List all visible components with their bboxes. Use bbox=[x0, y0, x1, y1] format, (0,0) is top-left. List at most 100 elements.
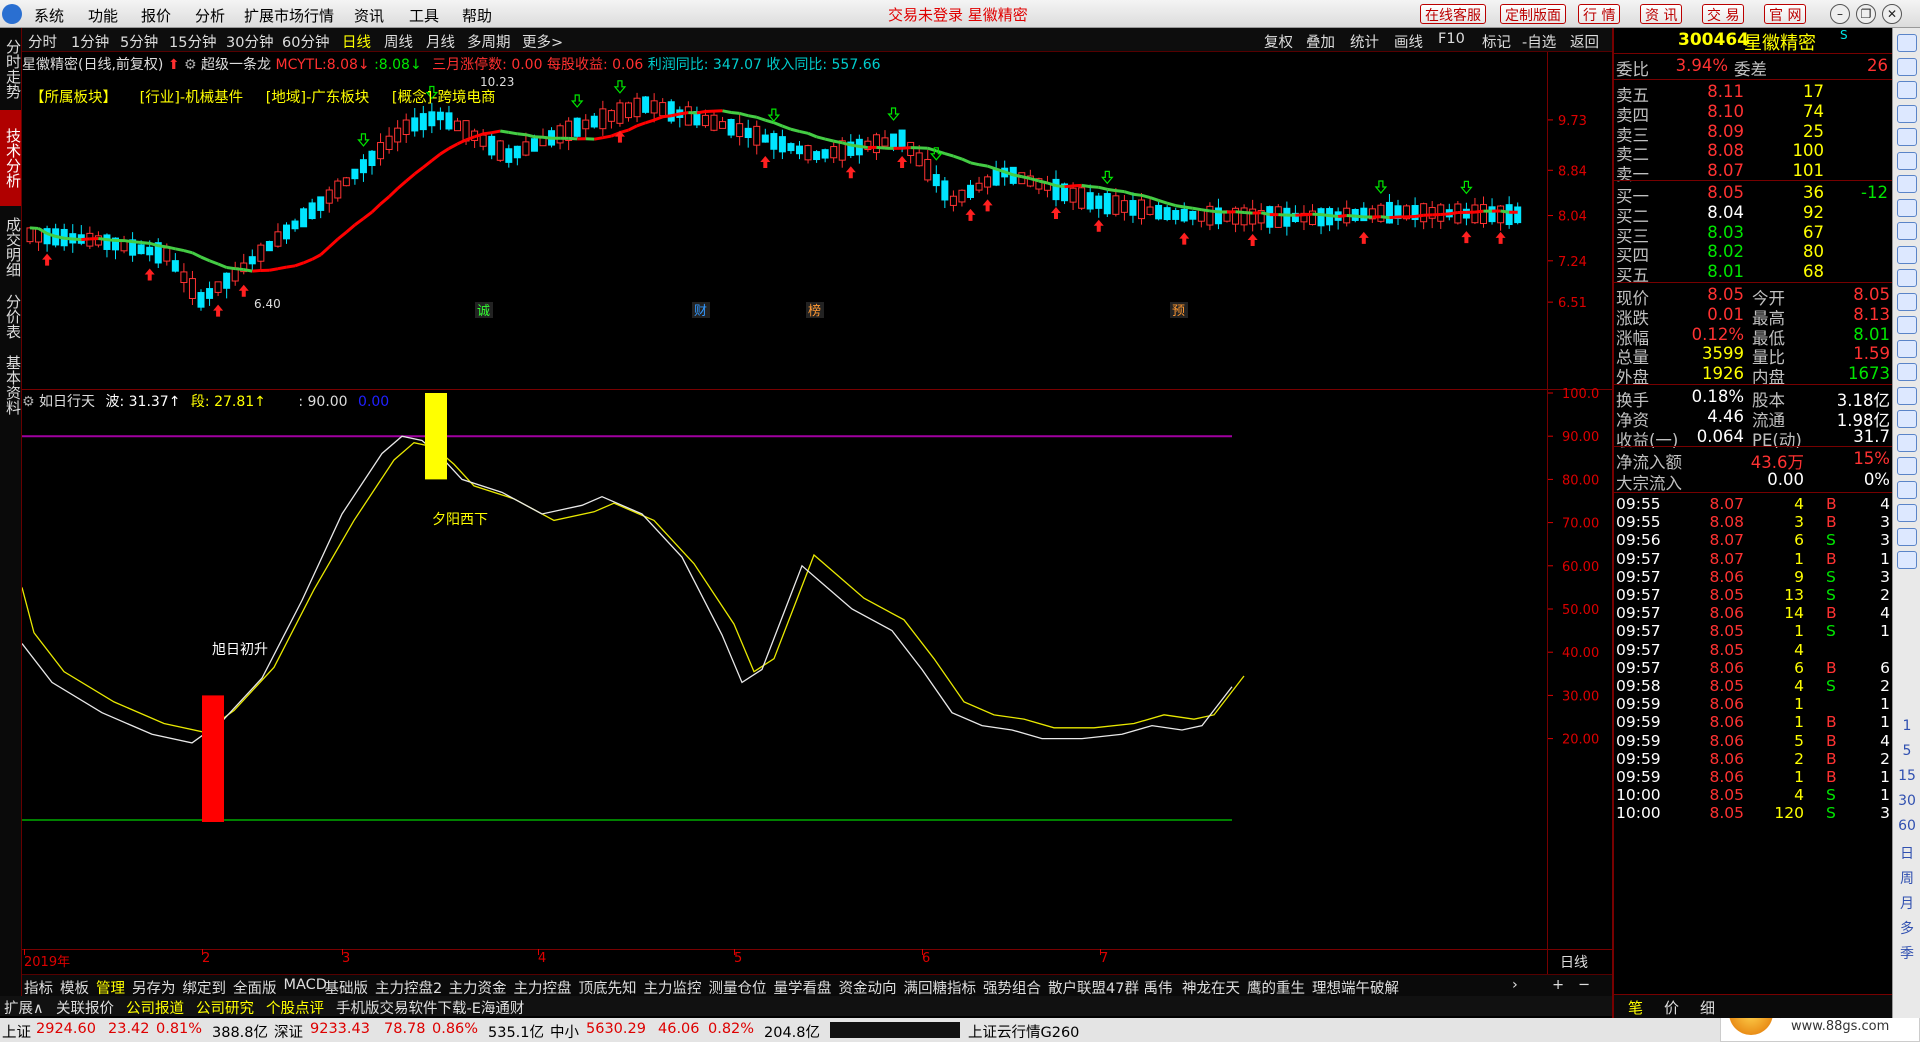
calc-icon[interactable] bbox=[1897, 527, 1917, 546]
flow-row[interactable]: 大宗流入 0.00 0% bbox=[1614, 470, 1892, 493]
menu-help[interactable]: 帮助 bbox=[462, 5, 492, 26]
document-icon[interactable] bbox=[1897, 292, 1917, 311]
website-button[interactable]: 官 网 bbox=[1764, 4, 1807, 24]
period-tab-active[interactable]: 日线 bbox=[342, 31, 371, 52]
expand-tab[interactable]: 扩展∧ bbox=[4, 997, 44, 1018]
mark-button[interactable]: 标记 bbox=[1482, 31, 1511, 52]
indicator-name[interactable]: 超级一条龙 bbox=[201, 57, 271, 73]
layout-icon[interactable] bbox=[1897, 316, 1917, 334]
period-shortcut[interactable]: 周 bbox=[1893, 868, 1920, 888]
period-shortcut[interactable]: 5 bbox=[1893, 743, 1920, 759]
related-quote-tab[interactable]: 关联报价 bbox=[56, 997, 114, 1018]
stat-row[interactable]: 涨跌 0.01 最高 8.13 bbox=[1614, 305, 1892, 328]
quote-tab[interactable]: 价 bbox=[1664, 997, 1679, 1018]
period-tab[interactable]: 多周期 bbox=[467, 31, 511, 52]
company-news-tab[interactable]: 公司报道 bbox=[126, 997, 184, 1018]
indicator-tab[interactable]: MACD bbox=[284, 977, 327, 993]
indicator-tab[interactable]: 理想端午破解 bbox=[1312, 977, 1399, 998]
indicator-tab[interactable]: 量学看盘 bbox=[774, 977, 832, 998]
trade-button[interactable]: 交 易 bbox=[1702, 4, 1745, 24]
login-alert[interactable]: 交易未登录 星徽精密 bbox=[888, 4, 1028, 25]
period-shortcut[interactable]: 月 bbox=[1893, 893, 1920, 913]
period-shortcut[interactable]: 日 bbox=[1893, 843, 1920, 863]
f10-icon[interactable] bbox=[1897, 245, 1917, 264]
indicator-tab[interactable]: 主力控盘2 bbox=[375, 977, 442, 998]
tab-technical[interactable]: 技术分析 bbox=[0, 110, 22, 206]
mobile-download-link[interactable]: 手机版交易软件下载-E海通财 bbox=[336, 997, 524, 1018]
stat-row[interactable]: 现价 8.05 今开 8.05 bbox=[1614, 285, 1892, 308]
chart-icon[interactable] bbox=[1897, 410, 1917, 428]
indicator-tab[interactable]: 主力资金 bbox=[449, 977, 507, 998]
menu-info[interactable]: 资讯 bbox=[354, 5, 384, 26]
fin-row[interactable]: 净资 4.46 流通 1.98亿 bbox=[1614, 407, 1892, 430]
oscillator-chart[interactable]: 旭日初升 夕阳西下 bbox=[22, 390, 1547, 949]
stock-icon[interactable] bbox=[1897, 457, 1917, 475]
menu-tools[interactable]: 工具 bbox=[409, 5, 439, 26]
period-tab[interactable]: 60分钟 bbox=[282, 31, 329, 52]
indicator-tab[interactable]: 神龙在天 bbox=[1182, 977, 1240, 998]
menu-quote[interactable]: 报价 bbox=[141, 5, 171, 26]
up-arrow-icon[interactable]: ⬆ bbox=[168, 57, 180, 73]
sh-index-name[interactable]: 上证 bbox=[2, 1021, 31, 1042]
window-icon[interactable] bbox=[1897, 269, 1917, 287]
flow-row[interactable]: 净流入额 43.6万 15% bbox=[1614, 449, 1892, 472]
box-icon[interactable] bbox=[1897, 363, 1917, 381]
period-shortcut[interactable]: 1 bbox=[1893, 718, 1920, 734]
chart-area[interactable]: 10.23 6.40 诚财榜预 旭日初升 夕阳西下 9.73 8.84 8.04 7.24 6… bbox=[22, 52, 1612, 974]
stock-review-tab[interactable]: 个股点评 bbox=[266, 997, 324, 1018]
menu-function[interactable]: 功能 bbox=[88, 5, 118, 26]
bars-icon[interactable] bbox=[1897, 222, 1917, 240]
period-shortcut[interactable]: 30 bbox=[1893, 793, 1920, 809]
news-button[interactable]: 资 讯 bbox=[1640, 4, 1683, 24]
cloud-service[interactable]: 上证云行情G260 bbox=[968, 1021, 1079, 1042]
more-periods[interactable]: 更多> bbox=[522, 31, 563, 52]
period-shortcut[interactable]: 15 bbox=[1893, 768, 1920, 784]
indicator-tab[interactable]: 基础版 bbox=[325, 977, 369, 998]
indicator-tab[interactable]: 顶底先知 bbox=[579, 977, 637, 998]
ask-row[interactable]: 卖五 8.11 17 bbox=[1614, 82, 1892, 105]
table-icon[interactable] bbox=[1897, 128, 1917, 146]
period-tab[interactable]: 周线 bbox=[384, 31, 413, 52]
indicator-tab[interactable]: 测量仓位 bbox=[709, 977, 767, 998]
smb-index-name[interactable]: 中小 bbox=[550, 1021, 579, 1042]
period-tab[interactable]: 30分钟 bbox=[226, 31, 273, 52]
period-tab[interactable]: 15分钟 bbox=[169, 31, 216, 52]
period-tab[interactable]: 1分钟 bbox=[71, 31, 109, 52]
indicator-tab[interactable]: 资金动向 bbox=[839, 977, 897, 998]
tab-fundamentals[interactable]: 基本资料 bbox=[0, 348, 22, 422]
pencil-icon[interactable] bbox=[1897, 504, 1917, 522]
period-shortcut[interactable]: 多 bbox=[1893, 918, 1920, 938]
bid-row[interactable]: 买四 8.02 80 bbox=[1614, 242, 1892, 265]
custom-layout-button[interactable]: 定制版面 bbox=[1500, 4, 1566, 24]
f10-button[interactable]: F10 bbox=[1438, 31, 1465, 47]
zoom-in-button[interactable]: + bbox=[1552, 977, 1564, 993]
indicator-tab[interactable]: 模板 bbox=[60, 977, 89, 998]
stat-row[interactable]: 外盘 1926 内盘 1673 bbox=[1614, 364, 1892, 387]
overlay-button[interactable]: 叠加 bbox=[1306, 31, 1335, 52]
indicator-tab[interactable]: 绑定到 bbox=[183, 977, 227, 998]
bid-row[interactable]: 买三 8.03 67 bbox=[1614, 223, 1892, 246]
bar-chart-icon[interactable] bbox=[1897, 104, 1917, 123]
quote-tab[interactable]: 笔 bbox=[1628, 997, 1643, 1018]
tab-timeshare[interactable]: 分时走势 bbox=[0, 32, 22, 106]
grid-icon[interactable] bbox=[1897, 151, 1917, 170]
move-icon[interactable] bbox=[1897, 480, 1917, 499]
up-arrow-icon[interactable] bbox=[1897, 34, 1917, 52]
candlestick-icon[interactable] bbox=[1897, 198, 1917, 217]
close-icon[interactable]: ✕ bbox=[1882, 4, 1902, 24]
tabs-scroll-right-icon[interactable]: › bbox=[1512, 977, 1518, 993]
menu-ext-market[interactable]: 扩展市场行情 bbox=[244, 5, 334, 26]
weibi-row[interactable]: 委比 3.94% 委差 26 bbox=[1614, 56, 1892, 79]
settings-icon[interactable]: ⚙ bbox=[184, 57, 197, 73]
draw-button[interactable]: 画线 bbox=[1394, 31, 1423, 52]
sector-industry[interactable]: [行业]-机械基件 bbox=[140, 90, 244, 106]
company-research-tab[interactable]: 公司研究 bbox=[196, 997, 254, 1018]
period-shortcut[interactable]: 季 bbox=[1893, 943, 1920, 963]
line-chart-icon[interactable] bbox=[1897, 175, 1917, 193]
osc-name[interactable]: 如日行天 bbox=[39, 394, 95, 410]
restore-icon[interactable]: ❐ bbox=[1856, 4, 1876, 24]
menu-system[interactable]: 系统 bbox=[34, 5, 64, 26]
mini-ticker-icon[interactable] bbox=[830, 1022, 960, 1038]
zoom-out-button[interactable]: − bbox=[1578, 977, 1590, 993]
period-tab[interactable]: 月线 bbox=[426, 31, 455, 52]
